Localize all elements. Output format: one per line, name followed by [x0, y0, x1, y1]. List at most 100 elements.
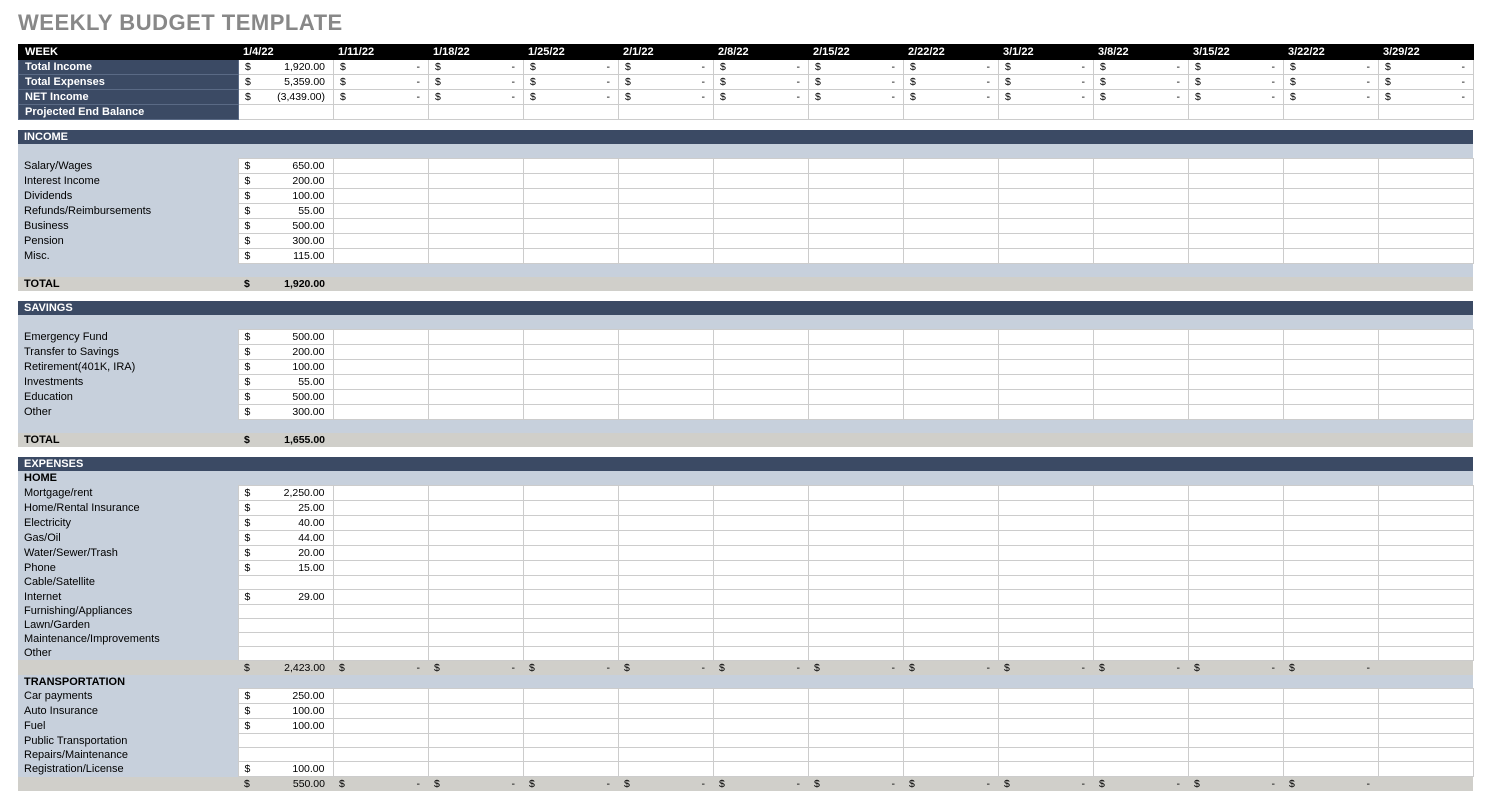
value-cell[interactable] [1283, 748, 1378, 762]
value-cell[interactable]: $- [714, 90, 809, 105]
value-cell[interactable] [713, 545, 808, 560]
value-cell[interactable] [903, 188, 998, 203]
value-cell[interactable] [808, 233, 903, 248]
value-cell[interactable]: $- [1189, 75, 1284, 90]
value-cell[interactable] [808, 545, 903, 560]
value-cell[interactable] [1283, 734, 1378, 748]
value-cell[interactable] [1188, 515, 1283, 530]
value-cell[interactable] [523, 545, 618, 560]
value-cell[interactable]: $- [1379, 60, 1474, 75]
value-cell[interactable]: $200.00 [238, 173, 333, 188]
value-cell[interactable] [903, 689, 998, 704]
value-cell[interactable] [1093, 389, 1188, 404]
value-cell[interactable] [903, 589, 998, 604]
value-cell[interactable] [1378, 374, 1473, 389]
value-cell[interactable] [903, 374, 998, 389]
value-cell[interactable]: $- [334, 60, 429, 75]
value-cell[interactable] [1093, 530, 1188, 545]
value-cell[interactable] [618, 748, 713, 762]
value-cell[interactable] [618, 530, 713, 545]
value-cell[interactable] [428, 632, 523, 646]
value-cell[interactable] [1093, 689, 1188, 704]
value-cell[interactable] [808, 575, 903, 589]
value-cell[interactable] [428, 575, 523, 589]
value-cell[interactable]: $- [1189, 90, 1284, 105]
value-cell[interactable] [1093, 748, 1188, 762]
value-cell[interactable] [1188, 485, 1283, 500]
value-cell[interactable] [428, 218, 523, 233]
value-cell[interactable] [618, 404, 713, 419]
value-cell[interactable] [998, 233, 1093, 248]
value-cell[interactable] [1093, 762, 1188, 777]
value-cell[interactable] [523, 344, 618, 359]
value-cell[interactable] [1378, 618, 1473, 632]
value-cell[interactable]: $- [524, 90, 619, 105]
value-cell[interactable] [428, 530, 523, 545]
value-cell[interactable] [523, 530, 618, 545]
value-cell[interactable]: $- [714, 75, 809, 90]
value-cell[interactable] [998, 734, 1093, 748]
value-cell[interactable] [333, 530, 428, 545]
value-cell[interactable] [1093, 374, 1188, 389]
value-cell[interactable] [808, 188, 903, 203]
value-cell[interactable] [713, 203, 808, 218]
value-cell[interactable] [428, 203, 523, 218]
value-cell[interactable] [1093, 173, 1188, 188]
value-cell[interactable] [333, 218, 428, 233]
value-cell[interactable] [428, 618, 523, 632]
value-cell[interactable]: $- [619, 60, 714, 75]
value-cell[interactable] [808, 589, 903, 604]
value-cell[interactable] [1283, 188, 1378, 203]
value-cell[interactable] [619, 105, 714, 120]
value-cell[interactable]: $- [1284, 75, 1379, 90]
value-cell[interactable] [903, 762, 998, 777]
value-cell[interactable] [1283, 704, 1378, 719]
value-cell[interactable] [333, 248, 428, 263]
value-cell[interactable]: $- [619, 75, 714, 90]
value-cell[interactable] [1283, 575, 1378, 589]
value-cell[interactable] [903, 748, 998, 762]
value-cell[interactable] [333, 374, 428, 389]
value-cell[interactable] [1378, 632, 1473, 646]
value-cell[interactable] [1378, 329, 1473, 344]
value-cell[interactable] [429, 105, 524, 120]
value-cell[interactable] [333, 589, 428, 604]
value-cell[interactable] [1188, 618, 1283, 632]
value-cell[interactable]: $- [1284, 90, 1379, 105]
value-cell[interactable]: $300.00 [238, 233, 333, 248]
value-cell[interactable] [523, 560, 618, 575]
value-cell[interactable] [618, 646, 713, 660]
value-cell[interactable]: $115.00 [238, 248, 333, 263]
value-cell[interactable] [998, 248, 1093, 263]
value-cell[interactable] [808, 560, 903, 575]
value-cell[interactable] [808, 248, 903, 263]
value-cell[interactable] [523, 485, 618, 500]
value-cell[interactable] [998, 646, 1093, 660]
value-cell[interactable]: $650.00 [238, 158, 333, 173]
value-cell[interactable] [1378, 575, 1473, 589]
value-cell[interactable] [1283, 618, 1378, 632]
value-cell[interactable] [523, 704, 618, 719]
value-cell[interactable] [1378, 344, 1473, 359]
value-cell[interactable] [808, 218, 903, 233]
value-cell[interactable]: $- [524, 60, 619, 75]
value-cell[interactable] [998, 158, 1093, 173]
value-cell[interactable] [523, 632, 618, 646]
value-cell[interactable] [523, 719, 618, 734]
value-cell[interactable] [239, 105, 334, 120]
value-cell[interactable] [1188, 575, 1283, 589]
value-cell[interactable] [1378, 762, 1473, 777]
value-cell[interactable] [428, 404, 523, 419]
value-cell[interactable] [1093, 344, 1188, 359]
value-cell[interactable] [618, 604, 713, 618]
value-cell[interactable] [238, 748, 333, 762]
value-cell[interactable] [1283, 545, 1378, 560]
value-cell[interactable] [523, 158, 618, 173]
value-cell[interactable] [714, 105, 809, 120]
value-cell[interactable] [1188, 632, 1283, 646]
value-cell[interactable] [428, 762, 523, 777]
value-cell[interactable] [999, 105, 1094, 120]
value-cell[interactable]: $5,359.00 [239, 75, 334, 90]
value-cell[interactable] [1378, 500, 1473, 515]
value-cell[interactable] [998, 329, 1093, 344]
